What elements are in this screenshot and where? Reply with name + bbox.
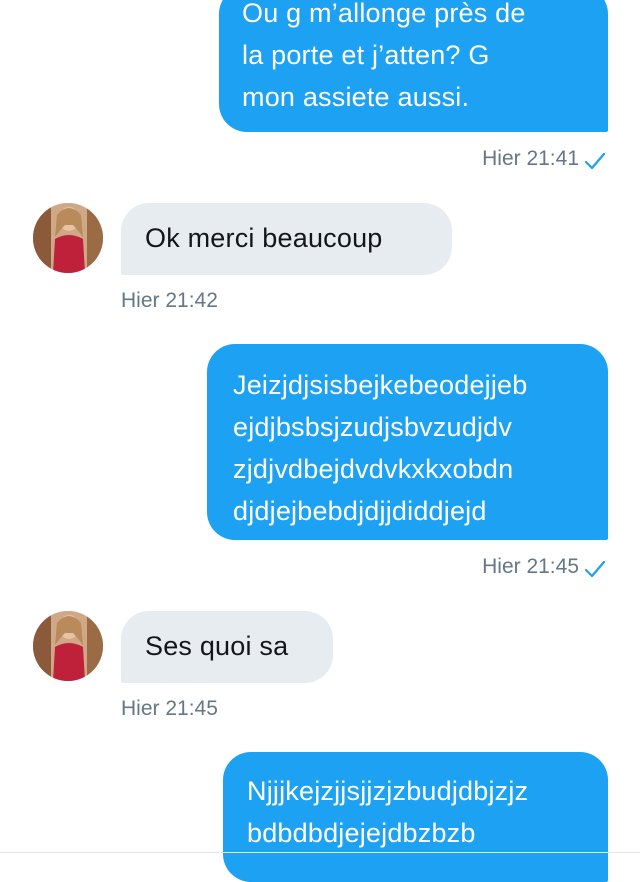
divider bbox=[0, 852, 640, 853]
message-timestamp: Hier 21:41 bbox=[482, 147, 579, 170]
message-timestamp: Hier 21:45 bbox=[121, 697, 218, 720]
message-text-line: Ses quoi sa bbox=[145, 631, 289, 661]
message-text-line: mon assiete aussi. bbox=[242, 82, 470, 112]
message-text-line: Ok merci beaucoup bbox=[145, 223, 383, 253]
message-text-line: ejdjbsbsjzudjsbvzudjdv bbox=[233, 412, 513, 442]
contact-avatar[interactable] bbox=[33, 203, 103, 273]
message-text-line: Ou g m’allonge près de bbox=[242, 0, 526, 28]
message-text-line: Jeizjdjsisbejkebeodejjeb bbox=[233, 370, 528, 400]
received-message-bubble[interactable]: Ok merci beaucoup bbox=[121, 203, 452, 275]
message-text-line: Njjjkejzjjsjjzjzbudjdbjzjz bbox=[247, 776, 529, 806]
contact-avatar[interactable] bbox=[33, 611, 103, 681]
received-message-bubble[interactable]: Ses quoi sa bbox=[121, 611, 333, 683]
message-text-line: la porte et j’atten? G bbox=[242, 40, 490, 70]
sent-message-bubble[interactable]: Njjjkejzjjsjjzjzbudjdbjzjz bdbdbdjejejdb… bbox=[223, 752, 608, 882]
message-text-line: djdjejbebdjdjjdiddjejd bbox=[233, 496, 487, 526]
message-text-line: zjdjvdbejdvdvkxkxobdn bbox=[233, 454, 514, 484]
sent-message-bubble[interactable]: Ou g m’allonge près de la porte et j’att… bbox=[219, 0, 608, 132]
sent-message-bubble[interactable]: Jeizjdjsisbejkebeodejjeb ejdjbsbsjzudjsb… bbox=[207, 344, 608, 540]
message-text-line: bdbdbdjejejdbzbzb bbox=[247, 818, 476, 848]
checkmark-icon bbox=[584, 152, 606, 170]
message-timestamp: Hier 21:45 bbox=[482, 555, 579, 578]
checkmark-icon bbox=[584, 560, 606, 578]
message-timestamp: Hier 21:42 bbox=[121, 289, 218, 312]
